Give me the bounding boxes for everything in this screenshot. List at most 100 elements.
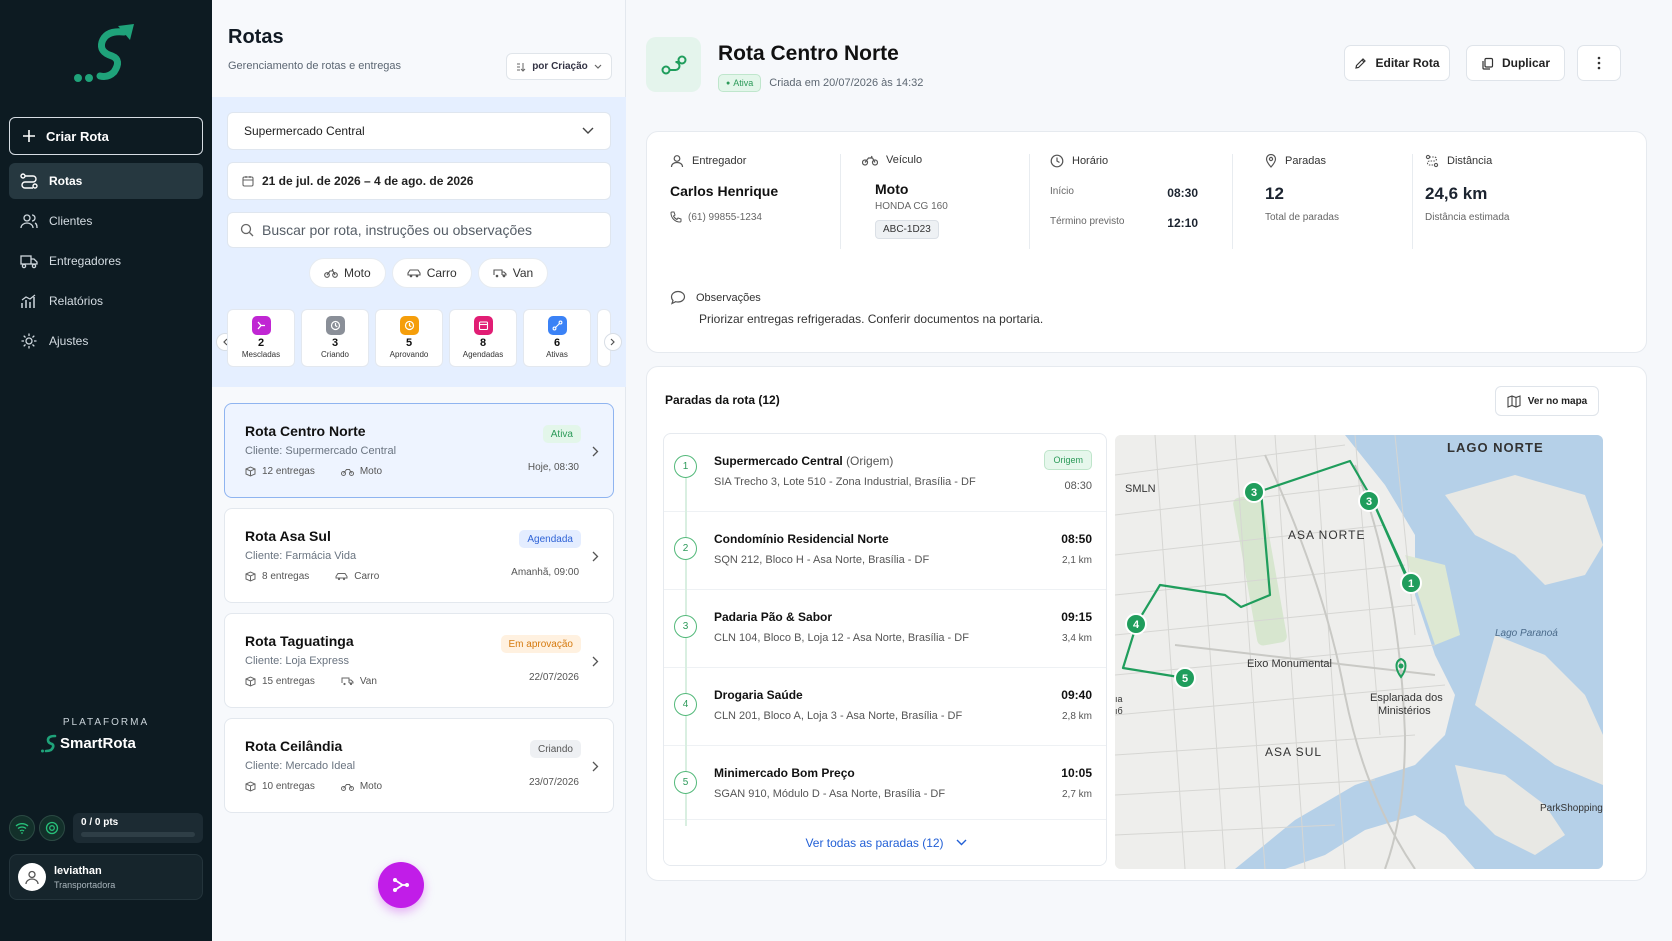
- route-list: Rota Centro Norte Cliente: Supermercado …: [224, 403, 614, 823]
- user-name: leviathan: [54, 864, 102, 877]
- date-range-picker[interactable]: 21 de jul. de 2026 – 4 de ago. de 2026: [227, 162, 611, 200]
- stop-item[interactable]: 3 Padaria Pão & Sabor CLN 104, Bloco B, …: [664, 590, 1106, 668]
- status-label: Mescladas: [241, 350, 281, 359]
- chart-icon: [19, 293, 39, 309]
- status-label: Agendadas: [462, 350, 504, 359]
- motorcycle-icon: [862, 155, 878, 166]
- view-on-map-button[interactable]: Ver no mapa: [1495, 386, 1599, 416]
- motorcycle-icon: [340, 782, 354, 791]
- route-card[interactable]: Rota Centro Norte Cliente: Supermercado …: [224, 403, 614, 498]
- stop-item[interactable]: 2 Condomínio Residencial Norte SQN 212, …: [664, 512, 1106, 590]
- origin-badge: Origem: [1044, 450, 1092, 470]
- driver-info: Entregador Carlos Henrique (61) 99855-12…: [670, 154, 830, 249]
- map-label-asa-norte: ASA NORTE: [1288, 528, 1365, 542]
- map-label-edge: ıa: [1115, 694, 1123, 704]
- schedule-info: Horário Início 08:30 Término previsto 12…: [1050, 154, 1210, 249]
- user-role: Transportadora: [54, 879, 116, 890]
- status-badge: Ativa: [542, 425, 581, 443]
- sidebar-item-relatorios[interactable]: Relatórios: [9, 283, 203, 319]
- target-icon[interactable]: [39, 815, 65, 841]
- merge-routes-fab[interactable]: [378, 862, 424, 908]
- create-route-label: Criar Rota: [46, 128, 109, 144]
- calendar-icon: [242, 175, 254, 187]
- pencil-icon: [1354, 57, 1367, 70]
- route-card[interactable]: Rota Asa Sul Cliente: Farmácia Vida 8 en…: [224, 508, 614, 603]
- schedule-label: Horário: [1072, 155, 1109, 167]
- status-card-criando[interactable]: 3 Criando: [301, 309, 369, 367]
- map-pin-icon: [1265, 154, 1277, 168]
- route-card[interactable]: Rota Taguatinga Cliente: Loja Express 15…: [224, 613, 614, 708]
- points-text: 0 / 0 pts: [81, 817, 119, 828]
- route-client: Cliente: Mercado Ideal: [245, 760, 356, 772]
- status-label: Criando: [320, 350, 349, 359]
- map-marker-1: 1: [1400, 572, 1422, 594]
- stop-number: 1: [674, 455, 697, 478]
- motorcycle-icon: [324, 268, 338, 278]
- chip-carro[interactable]: Carro: [391, 258, 472, 288]
- duplicate-button[interactable]: Duplicar: [1466, 45, 1565, 81]
- vehicle-label: Veículo: [886, 154, 923, 166]
- motorcycle-icon: [340, 467, 354, 476]
- route-card[interactable]: Rota Ceilândia Cliente: Mercado Ideal 10…: [224, 718, 614, 813]
- status-card-aprovando[interactable]: 5 Aprovando: [375, 309, 443, 367]
- sidebar-item-entregadores[interactable]: Entregadores: [9, 243, 203, 279]
- route-vehicle: Moto: [359, 466, 383, 477]
- app-logo[interactable]: [72, 20, 142, 84]
- sidebar-item-ajustes[interactable]: Ajustes: [9, 323, 203, 359]
- merge-icon: [251, 316, 271, 335]
- chip-label: Moto: [344, 266, 371, 280]
- create-route-button[interactable]: Criar Rota: [9, 117, 203, 155]
- chip-van[interactable]: Van: [477, 258, 549, 288]
- stop-item[interactable]: 1 Supermercado Central (Origem) SIA Trec…: [664, 434, 1106, 512]
- clock-icon: [1050, 154, 1064, 168]
- route-client: Cliente: Supermercado Central: [245, 445, 397, 457]
- notes-label: Observações: [696, 291, 761, 304]
- stop-item[interactable]: 4 Drogaria Saúde CLN 201, Bloco A, Loja …: [664, 668, 1106, 746]
- status-count: 2: [257, 337, 265, 349]
- sidebar-item-rotas[interactable]: Rotas: [9, 163, 203, 199]
- route-deliveries: 8 entregas: [262, 571, 310, 582]
- calendar-icon: [473, 316, 493, 335]
- status-card-mescladas[interactable]: 2 Mescladas: [227, 309, 295, 367]
- route-map[interactable]: 1 3 3 4 5 LAGO NORTE SMLN ASA NORTE Lago…: [1115, 435, 1603, 869]
- avatar: [18, 863, 46, 891]
- more-options-button[interactable]: [1577, 45, 1621, 81]
- user-profile[interactable]: leviathan Transportadora: [9, 854, 203, 900]
- gear-icon: [19, 332, 39, 350]
- stop-number: 4: [674, 693, 697, 716]
- sidebar-item-clientes[interactable]: Clientes: [9, 203, 203, 239]
- sidebar-nav: Rotas Clientes Entregadores Relatórios A…: [9, 163, 203, 363]
- search-input[interactable]: [262, 222, 592, 238]
- sort-dropdown[interactable]: por Criação: [506, 53, 612, 80]
- edit-route-button[interactable]: Editar Rota: [1344, 45, 1450, 81]
- vehicle-plate: ABC-1D23: [875, 220, 939, 239]
- see-all-stops-button[interactable]: Ver todas as paradas (12): [664, 819, 1106, 865]
- sidebar-item-label: Clientes: [49, 214, 93, 228]
- status-card-agendadas[interactable]: 8 Agendadas: [449, 309, 517, 367]
- route-list-panel: Rotas Gerenciamento de rotas e entregas …: [212, 0, 626, 941]
- map-label-asa-sul: ASA SUL: [1265, 745, 1322, 759]
- scroll-right-button[interactable]: [604, 333, 622, 351]
- start-label: Início: [1050, 186, 1074, 197]
- stop-time: 09:40: [1061, 688, 1092, 702]
- stop-item[interactable]: 5 Minimercado Bom Preço SGAN 910, Módulo…: [664, 746, 1106, 824]
- status-row: 0 / 0 pts: [9, 813, 203, 843]
- wifi-icon[interactable]: [9, 815, 35, 841]
- end-label: Término previsto: [1050, 216, 1125, 227]
- status-badge: Agendada: [519, 530, 581, 548]
- stop-name: Condomínio Residencial Norte: [714, 532, 889, 546]
- client-select[interactable]: Supermercado Central: [227, 112, 611, 150]
- created-at: Criada em 20/07/2026 às 14:32: [769, 77, 924, 89]
- distance-value: 24,6 km: [1425, 184, 1488, 203]
- more-vertical-icon: [1597, 56, 1601, 70]
- driver-phone[interactable]: (61) 99855-1234: [688, 212, 762, 223]
- stop-distance: 3,4 km: [1061, 633, 1092, 644]
- svg-text:3: 3: [1251, 487, 1257, 499]
- chip-moto[interactable]: Moto: [309, 258, 386, 288]
- status-card-ativas[interactable]: 6 Ativas: [523, 309, 591, 367]
- route-date: 23/07/2026: [528, 777, 579, 788]
- chevron-right-icon: [592, 656, 599, 667]
- van-icon: [493, 268, 507, 278]
- vehicle-type: Moto: [875, 181, 909, 197]
- search-field[interactable]: [227, 212, 611, 248]
